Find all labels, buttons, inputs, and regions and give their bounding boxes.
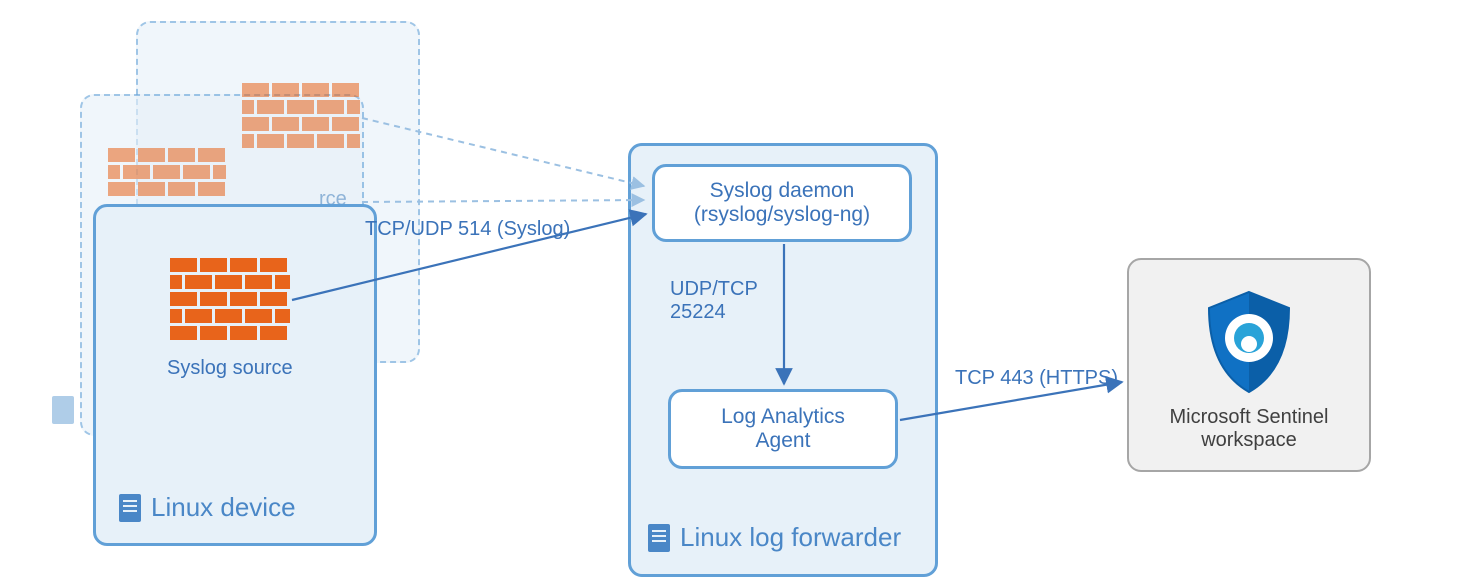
linux-device-title-text: Linux device	[151, 492, 296, 523]
firewall-icon	[170, 258, 290, 348]
syslog-source-label: Syslog source	[167, 357, 293, 380]
linux-log-forwarder-title: Linux log forwarder	[648, 522, 901, 553]
document-icon-ghost-mid	[52, 396, 74, 424]
syslog-daemon-line1: Syslog daemon	[694, 179, 870, 203]
firewall-icon-ghost-back	[242, 83, 360, 153]
document-icon	[119, 494, 141, 522]
forwarder-title-text: Linux log forwarder	[680, 522, 901, 553]
sentinel-shield-icon	[1199, 288, 1299, 398]
la-agent-line2: Agent	[721, 429, 845, 453]
linux-device-title: Linux device	[119, 492, 296, 523]
sentinel-line2: workspace	[1170, 429, 1329, 452]
edge-label-src-to-daemon: TCP/UDP 514 (Syslog)	[365, 218, 570, 241]
daemon-to-agent-line1: UDP/TCP	[670, 278, 758, 301]
edge-label-daemon-to-agent: UDP/TCP 25224	[670, 278, 758, 324]
syslog-daemon-box: Syslog daemon (rsyslog/syslog-ng)	[652, 164, 912, 242]
daemon-to-agent-line2: 25224	[670, 301, 758, 324]
la-agent-line1: Log Analytics	[721, 405, 845, 429]
document-icon-forwarder	[648, 524, 670, 552]
microsoft-sentinel-workspace-card: Microsoft Sentinel workspace	[1127, 258, 1371, 472]
edge-label-agent-to-sentinel: TCP 443 (HTTPS)	[955, 367, 1118, 390]
log-analytics-agent-box: Log Analytics Agent	[668, 389, 898, 469]
firewall-icon-ghost-mid	[108, 148, 226, 203]
sentinel-line1: Microsoft Sentinel	[1170, 406, 1329, 429]
syslog-daemon-line2: (rsyslog/syslog-ng)	[694, 203, 870, 227]
